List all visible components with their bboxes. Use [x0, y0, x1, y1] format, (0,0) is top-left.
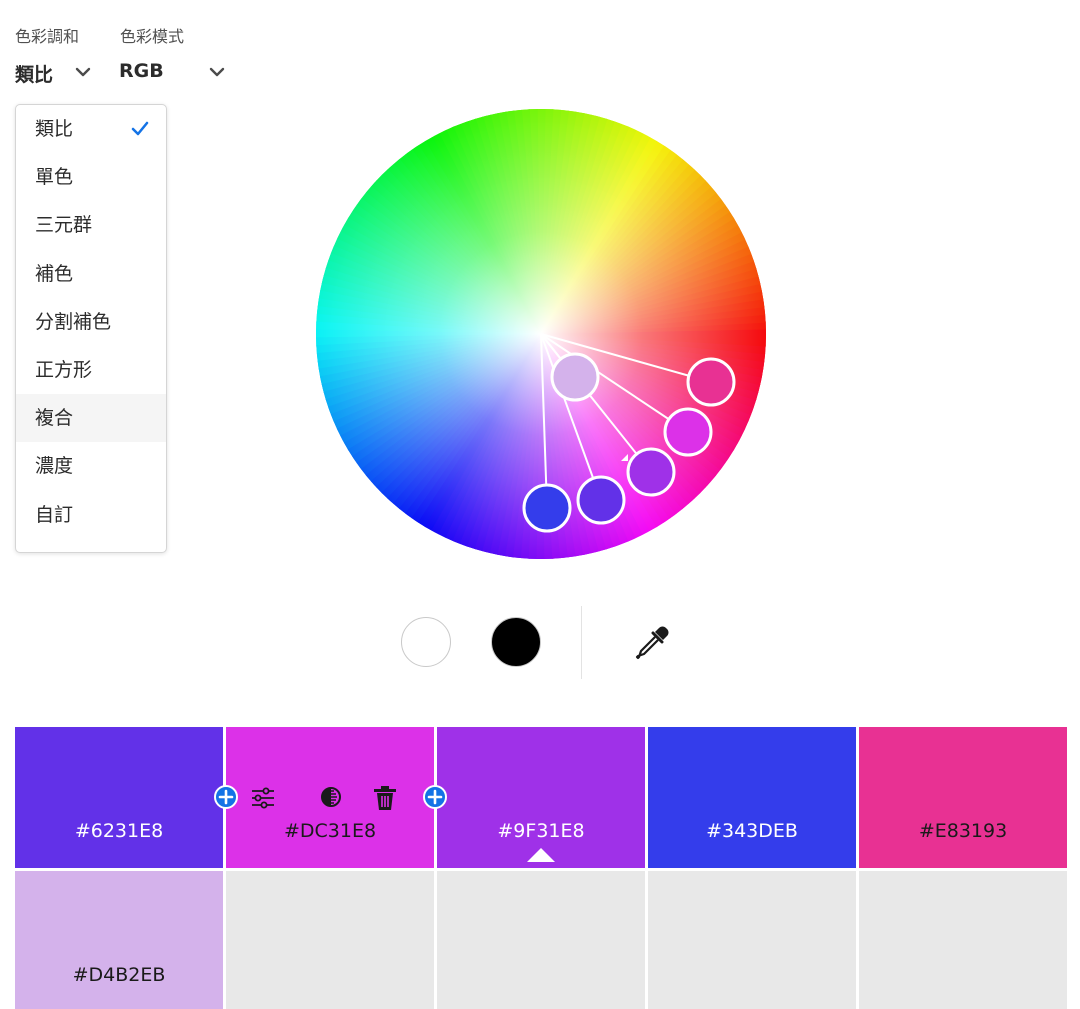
- menu-item-label: 類比: [35, 118, 74, 140]
- palette-swatch-4[interactable]: #343DEB: [648, 727, 856, 868]
- swatch-hex: #343DEB: [706, 820, 798, 842]
- swatch-hex: #D4B2EB: [72, 964, 166, 986]
- menu-item-shades[interactable]: 濃度: [16, 442, 166, 490]
- add-icon: [427, 789, 443, 805]
- black-swatch[interactable]: [491, 617, 541, 667]
- menu-item-label: 正方形: [35, 358, 93, 381]
- palette-swatch-3-active[interactable]: #9F31E8: [437, 727, 645, 868]
- menu-item-label: 補色: [35, 262, 74, 285]
- wheel-color-marker[interactable]: [626, 447, 676, 497]
- menu-item-square[interactable]: 正方形: [16, 346, 166, 394]
- white-swatch[interactable]: [401, 617, 451, 667]
- color-mode-dropdown[interactable]: RGB: [119, 58, 231, 88]
- wheel-color-marker[interactable]: [663, 407, 713, 457]
- menu-item-label: 單色: [35, 166, 74, 189]
- add-swatch-button[interactable]: [214, 785, 238, 809]
- contrast-icon[interactable]: [320, 786, 342, 808]
- sliders-icon[interactable]: [250, 785, 276, 811]
- palette-swatch-1[interactable]: #6231E8: [15, 727, 223, 868]
- menu-item-label: 分割補色: [35, 310, 112, 333]
- empty-swatch-slot[interactable]: [648, 871, 856, 1009]
- color-mode-value: RGB: [119, 60, 164, 82]
- palette-swatch-6[interactable]: #D4B2EB: [15, 871, 223, 1009]
- harmony-menu: 類比 單色 三元群 補色 分割補色 正方形 複合 濃度 自訂: [15, 104, 167, 553]
- menu-item-compound[interactable]: 複合: [16, 394, 166, 443]
- swatch-hex: #6231E8: [74, 820, 164, 842]
- palette-swatch-5[interactable]: #E83193: [859, 727, 1067, 868]
- empty-swatch-slot[interactable]: [437, 871, 645, 1009]
- menu-item-complementary[interactable]: 補色: [16, 250, 166, 298]
- chevron-down-icon: [75, 67, 91, 77]
- harmony-label: 色彩調和: [15, 27, 80, 46]
- eyedropper-icon[interactable]: [633, 624, 671, 662]
- add-icon: [218, 789, 234, 805]
- menu-item-analogous[interactable]: 類比: [16, 105, 166, 153]
- wheel-color-marker[interactable]: [576, 475, 626, 525]
- trash-icon[interactable]: [373, 785, 397, 811]
- palette-swatch-2[interactable]: #DC31E8: [226, 727, 434, 868]
- empty-swatch-slot[interactable]: [226, 871, 434, 1009]
- color-mode-label: 色彩模式: [120, 27, 185, 46]
- harmony-dropdown[interactable]: 類比: [15, 58, 95, 88]
- wheel-color-marker[interactable]: [550, 352, 600, 402]
- menu-item-label: 複合: [35, 407, 74, 430]
- active-swatch-indicator: [527, 848, 555, 862]
- color-wheel[interactable]: [316, 109, 766, 563]
- menu-item-monochromatic[interactable]: 單色: [16, 153, 166, 201]
- menu-item-triad[interactable]: 三元群: [16, 201, 166, 249]
- wheel-color-marker[interactable]: [686, 357, 736, 407]
- menu-item-label: 三元群: [35, 214, 93, 237]
- menu-item-custom[interactable]: 自訂: [16, 491, 166, 539]
- harmony-dropdown-value: 類比: [15, 64, 54, 86]
- tools-divider: [581, 606, 582, 679]
- menu-item-split-complementary[interactable]: 分割補色: [16, 298, 166, 346]
- swatch-hex: #DC31E8: [283, 820, 377, 842]
- chevron-down-icon: [209, 67, 225, 77]
- menu-item-label: 濃度: [35, 455, 74, 478]
- empty-swatch-slot[interactable]: [859, 871, 1067, 1009]
- wheel-color-marker[interactable]: [522, 483, 572, 533]
- swatch-hex: #E83193: [918, 820, 1008, 842]
- add-swatch-button[interactable]: [423, 785, 447, 809]
- swatch-hex: #9F31E8: [497, 820, 585, 842]
- checkmark-icon: [131, 121, 149, 136]
- menu-item-label: 自訂: [35, 503, 74, 526]
